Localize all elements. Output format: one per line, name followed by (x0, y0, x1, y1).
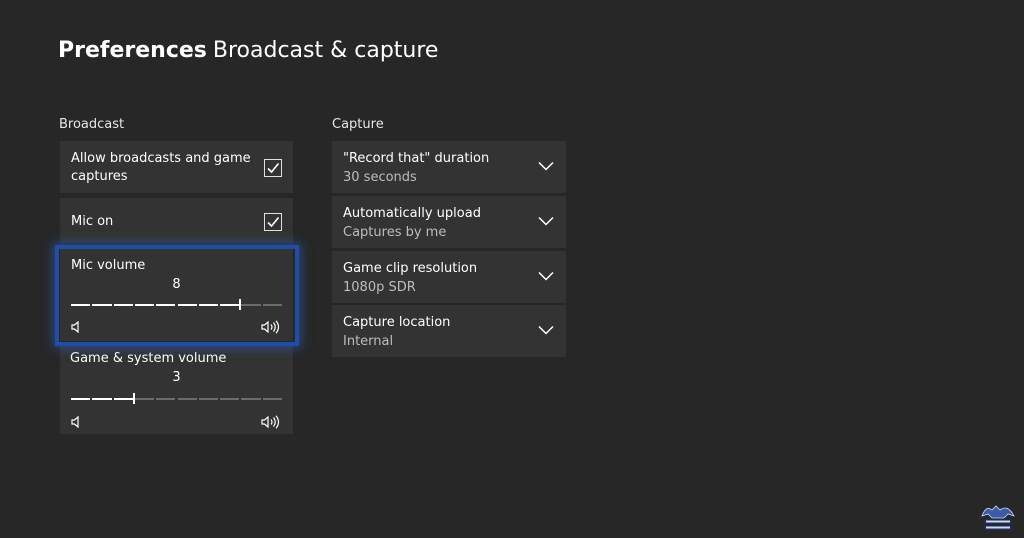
page-title-main: Preferences (58, 38, 207, 63)
slider-segment (241, 398, 261, 400)
auto-upload-value: Captures by me (343, 225, 447, 240)
game-system-volume-slider[interactable]: Game & system volume 3 (60, 343, 293, 434)
game-clip-resolution-dropdown[interactable]: Game clip resolution 1080p SDR (332, 251, 566, 303)
record-duration-value: 30 seconds (343, 170, 417, 185)
slider-segment (134, 304, 155, 306)
slider-segment (92, 398, 112, 400)
slider-segment (156, 398, 176, 400)
auto-upload-label: Automatically upload (343, 206, 481, 221)
mic-volume-label: Mic volume (71, 258, 146, 273)
speaker-high-icon (261, 320, 280, 334)
capture-location-dropdown[interactable]: Capture location Internal (332, 305, 566, 357)
mic-volume-track[interactable] (71, 299, 282, 310)
preferences-page: Preferences Broadcast & capture Broadcast… (0, 0, 1024, 538)
broadcast-section-label: Broadcast (59, 117, 125, 132)
record-that-duration-dropdown[interactable]: "Record that" duration 30 seconds (332, 141, 566, 193)
allow-broadcasts-toggle[interactable]: Allow broadcasts and game captures (60, 141, 293, 193)
game-volume-label: Game & system volume (70, 351, 227, 366)
slider-segment (198, 398, 219, 400)
checkmark-icon (267, 216, 280, 228)
slider-segment (71, 304, 91, 306)
slider-segment (177, 398, 197, 400)
speaker-low-icon (71, 321, 79, 333)
page-title-sub: Broadcast & capture (212, 38, 439, 63)
game-volume-value: 3 (172, 370, 181, 385)
slider-thumb[interactable] (239, 299, 242, 310)
record-duration-label: "Record that" duration (343, 151, 490, 166)
automatically-upload-dropdown[interactable]: Automatically upload Captures by me (332, 196, 566, 248)
slider-segment (220, 398, 240, 400)
mic-on-label: Mic on (71, 214, 114, 229)
slider-segment (220, 304, 240, 306)
slider-segment (113, 304, 133, 306)
clip-resolution-value: 1080p SDR (343, 280, 416, 295)
slider-segment (177, 304, 197, 306)
capture-section-label: Capture (332, 117, 384, 132)
chevron-down-icon (538, 216, 554, 226)
chevron-down-icon (538, 161, 554, 171)
allow-broadcasts-checkbox[interactable] (264, 159, 282, 177)
speaker-high-icon (261, 415, 280, 429)
mic-on-checkbox[interactable] (264, 213, 282, 231)
slider-segment (198, 304, 219, 306)
page-title: Preferences Broadcast & capture (58, 36, 438, 66)
slider-segment (134, 398, 155, 400)
mic-on-toggle[interactable]: Mic on (60, 198, 293, 243)
slider-segment (262, 304, 282, 306)
game-volume-track[interactable] (71, 393, 282, 404)
capture-location-label: Capture location (343, 315, 451, 330)
slider-segment (92, 304, 112, 306)
slider-segment (241, 304, 261, 306)
slider-segment (71, 398, 91, 400)
allow-broadcasts-label-line1: Allow broadcasts and game (71, 151, 251, 166)
clip-resolution-label: Game clip resolution (343, 261, 478, 276)
checkmark-icon (267, 162, 280, 174)
slider-thumb[interactable] (132, 393, 135, 404)
chevron-down-icon (538, 271, 554, 281)
chevron-down-icon (538, 325, 554, 335)
slider-segment (113, 398, 133, 400)
slider-segment (156, 304, 176, 306)
logo-icon (981, 505, 1015, 530)
slider-segment (262, 398, 282, 400)
allow-broadcasts-label-line2: captures (71, 169, 128, 184)
mic-volume-slider[interactable]: Mic volume 8 (60, 249, 293, 341)
mic-volume-value: 8 (172, 277, 181, 292)
speaker-low-icon (71, 416, 79, 428)
capture-location-value: Internal (343, 334, 394, 349)
